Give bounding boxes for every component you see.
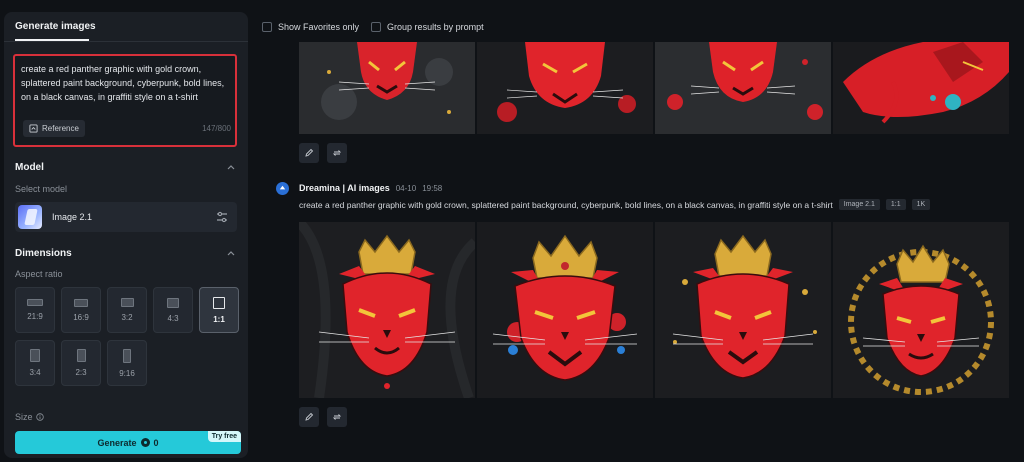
credit-coin-icon	[140, 438, 150, 447]
ratio-2-3[interactable]: 2:3	[61, 340, 101, 386]
tab-generate-images[interactable]: Generate images	[15, 21, 96, 32]
ratio-shape	[167, 297, 179, 308]
prompt-text[interactable]: create a red panther graphic with gold c…	[21, 62, 231, 118]
result-prompt[interactable]: create a red panther graphic with gold c…	[299, 200, 833, 210]
result-image-4[interactable]	[833, 42, 1009, 134]
active-tab-indicator	[15, 39, 89, 41]
reference-button[interactable]: Reference	[23, 120, 85, 137]
ratio-shape	[30, 349, 40, 362]
author-name: Dreamina | AI images	[299, 183, 390, 193]
ratio-shape	[123, 348, 131, 363]
group-by-prompt-checkbox[interactable]: Group results by prompt	[371, 22, 484, 32]
refresh-icon	[332, 150, 342, 156]
generate-cost: 0	[153, 437, 159, 448]
ratio-16-9[interactable]: 16:9	[61, 287, 101, 333]
result-image-3[interactable]	[655, 42, 831, 134]
aspect-ratio-label: Aspect ratio	[15, 269, 63, 279]
refresh-icon	[332, 414, 342, 420]
ratio-shape	[76, 349, 86, 362]
generate-sidebar: Generate images create a red panther gra…	[4, 12, 248, 458]
model-section-title: Model	[15, 162, 44, 173]
ratio-4-3[interactable]: 4:3	[153, 287, 193, 333]
edit-button[interactable]	[299, 143, 319, 163]
chevron-up-icon[interactable]	[226, 248, 236, 258]
pencil-icon	[305, 412, 314, 421]
pencil-icon	[305, 148, 314, 157]
result-group-header: Dreamina | AI images 04-10 19:58	[276, 181, 442, 195]
size-label: Size	[15, 412, 44, 422]
ratio-9-16[interactable]: 9:16	[107, 340, 147, 386]
ratio-label: 3:4	[29, 368, 41, 377]
ratio-label: 3:2	[121, 313, 133, 322]
resolution-tag: 1K	[911, 199, 931, 210]
ratio-shape	[74, 298, 88, 307]
info-icon[interactable]	[35, 413, 44, 421]
ratio-label: 2:3	[75, 368, 87, 377]
result-row-2	[299, 222, 1009, 398]
result-image-7[interactable]	[655, 222, 831, 398]
size-label-text: Size	[15, 412, 33, 422]
edit-button[interactable]	[299, 407, 319, 427]
result-time: 19:58	[422, 183, 443, 193]
ratio-shape	[213, 296, 225, 309]
show-favorites-checkbox[interactable]: Show Favorites only	[262, 22, 359, 32]
dreamina-logo-icon	[279, 185, 286, 189]
result-date: 04-10	[395, 183, 417, 193]
dimensions-section-title: Dimensions	[15, 248, 72, 259]
char-count: 147/800	[202, 124, 231, 133]
checkbox-box[interactable]	[371, 22, 382, 32]
result-image-2[interactable]	[477, 42, 653, 134]
select-model-label: Select model	[15, 184, 68, 194]
ratio-tag: 1:1	[885, 199, 906, 210]
author-avatar	[276, 181, 289, 195]
result-image-1[interactable]	[299, 42, 475, 134]
ratio-label: 21:9	[27, 312, 43, 321]
checkbox-box[interactable]	[262, 22, 272, 32]
ratio-3-4[interactable]: 3:4	[15, 340, 55, 386]
result-image-5[interactable]	[299, 222, 475, 398]
ratio-21-9[interactable]: 21:9	[15, 287, 55, 333]
results-filter-bar: Show Favorites only Group results by pro…	[262, 18, 496, 36]
generate-button[interactable]: Generate 0 Try free	[15, 431, 241, 454]
ratio-1-1[interactable]: 1:1	[199, 287, 239, 333]
generate-label: Generate	[97, 437, 137, 448]
ratio-shape	[27, 299, 43, 306]
ratio-shape	[120, 298, 134, 307]
result-row-1	[299, 42, 1009, 134]
model-thumbnail	[18, 205, 42, 229]
regenerate-button[interactable]	[327, 407, 347, 427]
result-prompt-row: create a red panther graphic with gold c…	[299, 199, 931, 210]
sliders-icon[interactable]	[215, 210, 229, 224]
ratio-3-2[interactable]: 3:2	[107, 287, 147, 333]
ratio-label: 16:9	[73, 312, 89, 322]
model-name: Image 2.1	[52, 212, 93, 222]
result-image-8[interactable]	[833, 222, 1009, 398]
model-tag: Image 2.1	[838, 199, 880, 210]
try-free-badge: Try free	[207, 431, 241, 442]
reference-label: Reference	[42, 124, 79, 133]
ratio-label: 9:16	[119, 368, 135, 378]
sidebar-tabbar: Generate images	[4, 12, 248, 42]
ratio-label: 1:1	[213, 314, 225, 324]
chevron-up-icon[interactable]	[226, 162, 236, 172]
ratio-label: 4:3	[167, 313, 179, 323]
result-image-6[interactable]	[477, 222, 653, 398]
group-by-prompt-label: Group results by prompt	[387, 22, 484, 32]
prompt-input-box[interactable]: create a red panther graphic with gold c…	[13, 54, 237, 147]
regenerate-button[interactable]	[327, 143, 347, 163]
model-selector[interactable]: Image 2.1	[15, 202, 237, 232]
show-favorites-label: Show Favorites only	[278, 22, 360, 32]
image-reference-icon	[29, 124, 38, 133]
